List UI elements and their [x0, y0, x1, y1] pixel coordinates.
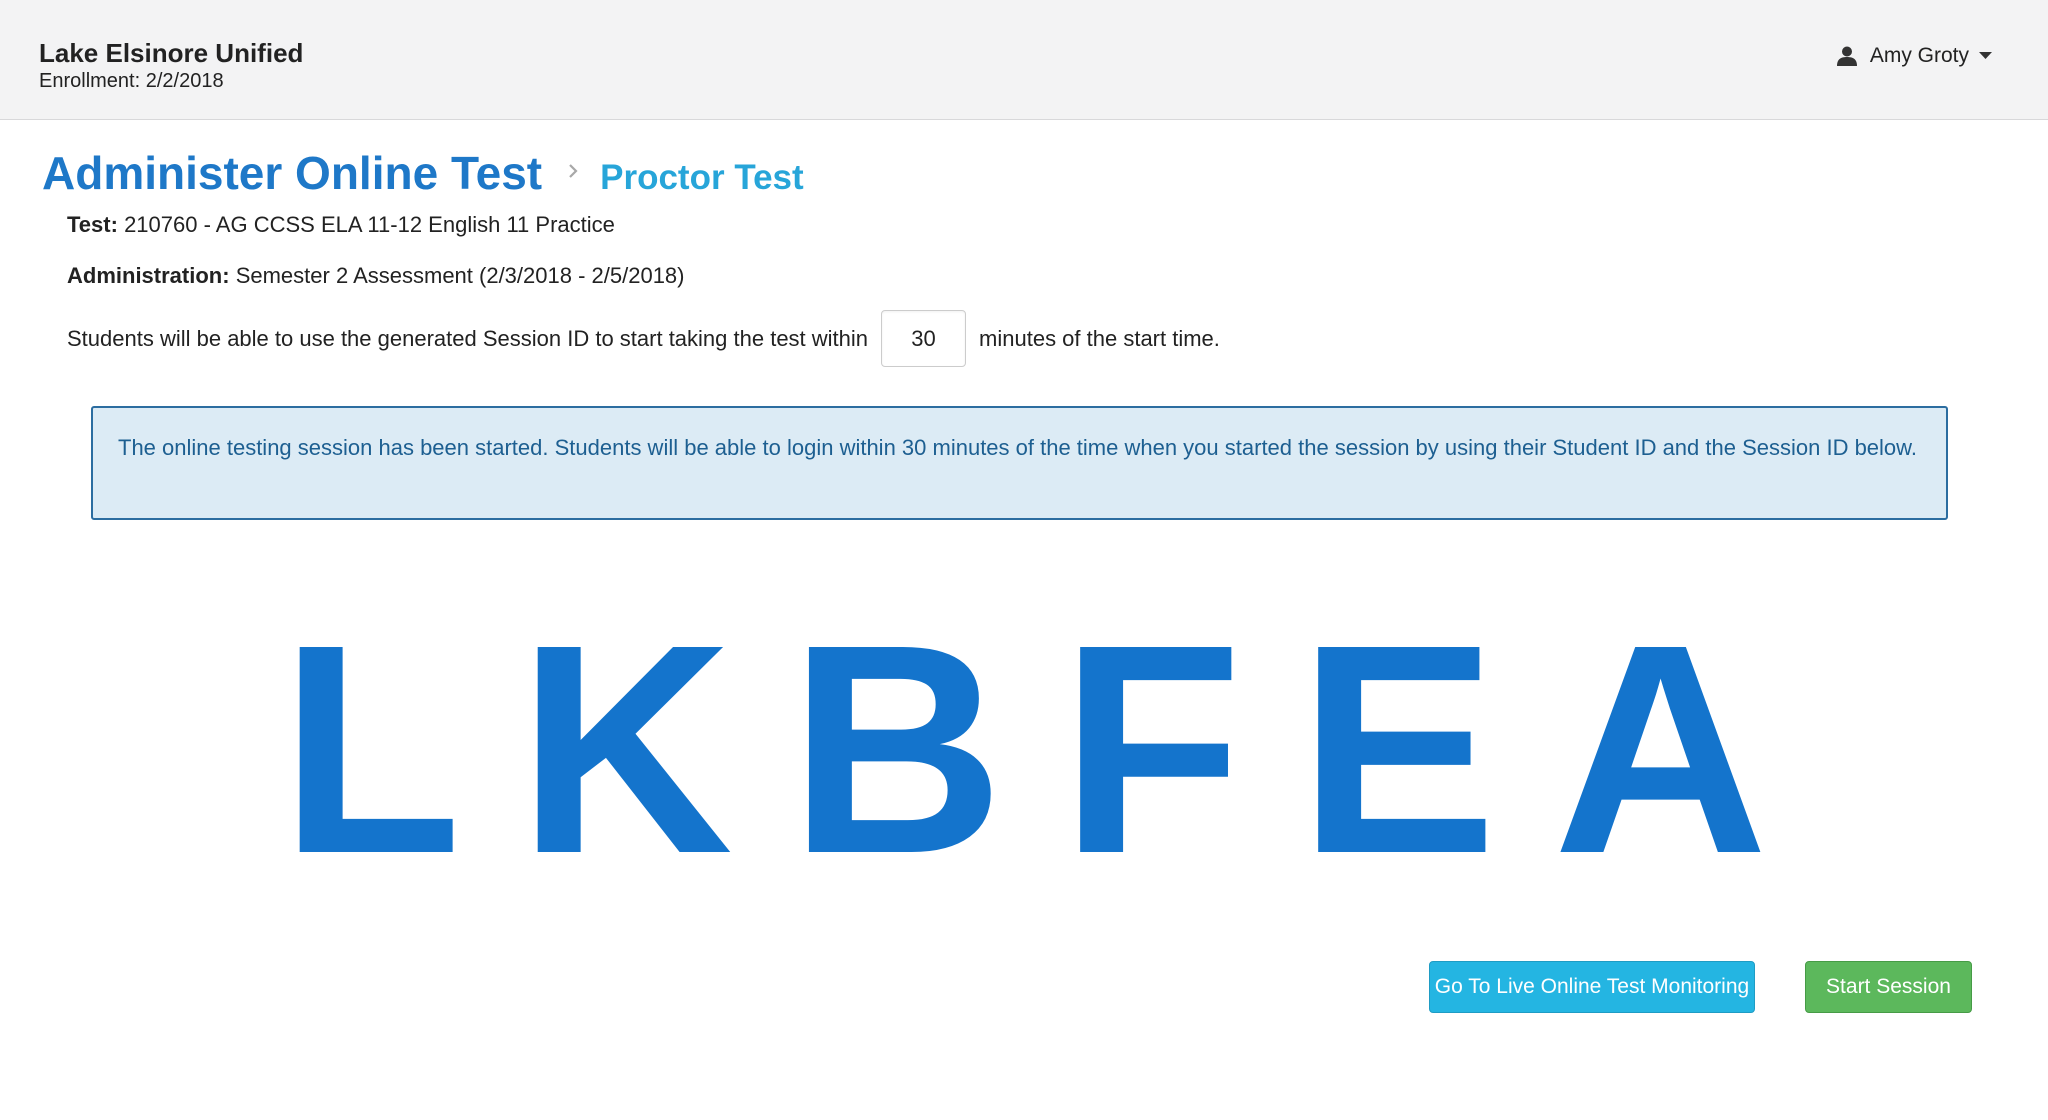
- minutes-input[interactable]: [881, 310, 967, 367]
- test-label: Test:: [67, 212, 118, 237]
- administration-value: Semester 2 Assessment (2/3/2018 - 2/5/20…: [235, 263, 685, 288]
- enrollment-date: Enrollment: 2/2/2018: [39, 70, 224, 92]
- session-id-letter: L: [279, 583, 462, 916]
- session-id: L K B F E A: [0, 601, 2048, 899]
- top-bar: Lake Elsinore Unified Enrollment: 2/2/20…: [0, 0, 2048, 120]
- page-title: Administer Online Test: [42, 147, 543, 199]
- administration-info: Administration: Semester 2 Assessment (2…: [67, 263, 685, 289]
- user-icon: [1836, 45, 1858, 67]
- user-name: Amy Groty: [1869, 44, 1969, 67]
- session-started-alert: The online testing session has been star…: [91, 406, 1948, 520]
- alert-message: The online testing session has been star…: [118, 435, 1917, 460]
- session-id-letter: E: [1298, 583, 1498, 916]
- breadcrumb: Administer Online Test Proctor Test: [42, 146, 804, 200]
- session-id-letter: B: [789, 583, 1005, 916]
- timing-suffix: minutes of the start time.: [979, 325, 1220, 351]
- session-id-letter: A: [1553, 583, 1769, 916]
- timing-row: Students will be able to use the generat…: [67, 310, 1220, 367]
- user-menu[interactable]: Amy Groty: [1836, 44, 1992, 68]
- test-info: Test: 210760 - AG CCSS ELA 11-12 English…: [67, 212, 615, 238]
- timing-prefix: Students will be able to use the generat…: [67, 325, 869, 351]
- page-subtitle: Proctor Test: [600, 158, 804, 197]
- session-id-letter: K: [517, 583, 733, 916]
- live-monitoring-button[interactable]: Go To Live Online Test Monitoring: [1429, 961, 1755, 1013]
- chevron-right-icon: [568, 163, 578, 184]
- caret-down-icon: [1979, 52, 1992, 60]
- test-value: 210760 - AG CCSS ELA 11-12 English 11 Pr…: [124, 212, 615, 237]
- org-name: Lake Elsinore Unified: [39, 38, 304, 68]
- administration-label: Administration:: [67, 263, 230, 288]
- start-session-button[interactable]: Start Session: [1805, 961, 1972, 1013]
- session-id-letter: F: [1060, 583, 1243, 916]
